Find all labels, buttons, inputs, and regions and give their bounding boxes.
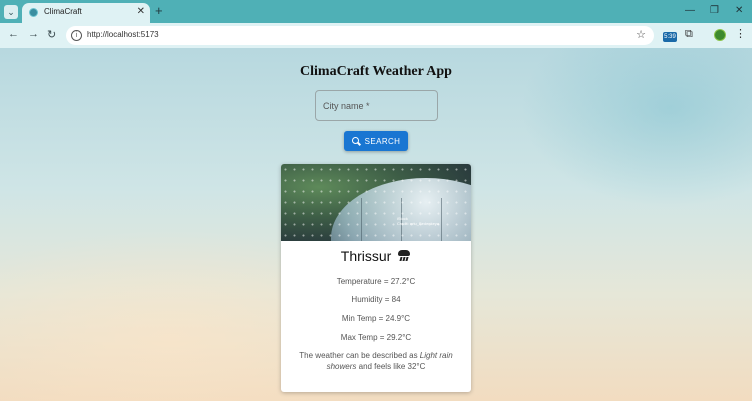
address-bar[interactable]: i http://localhost:5173 ☆ <box>66 26 654 45</box>
tab-search-icon[interactable]: ⌄ <box>4 5 18 19</box>
more-menu-icon[interactable]: ⋮ <box>735 27 746 40</box>
search-button[interactable]: SEARCH <box>344 131 408 151</box>
tab-close-icon[interactable]: ✕ <box>137 6 145 17</box>
weather-card: iStock Credit: nrtu_Bedenkeya Thrissur Te… <box>281 164 471 392</box>
temperature-text: Temperature = 27.2°C <box>336 277 416 286</box>
search-icon <box>351 137 360 145</box>
browser-tab[interactable]: ClimaCraft ✕ <box>22 3 150 23</box>
bookmark-star-icon[interactable]: ☆ <box>636 28 646 41</box>
new-tab-button[interactable]: + <box>155 3 163 19</box>
extension-badge[interactable]: 5:39 <box>663 32 677 42</box>
city-field[interactable] <box>315 90 438 121</box>
tab-strip: ⌄ ClimaCraft ✕ + — ❐ ✕ <box>0 0 752 23</box>
browser-toolbar: ← → ↻ i http://localhost:5173 ☆ 5:39 ⧉ ⋮ <box>0 23 752 48</box>
tab-favicon-icon <box>29 8 38 17</box>
reload-icon[interactable]: ↻ <box>47 28 56 41</box>
city-name-text: Thrissur <box>340 248 392 264</box>
city-name: Thrissur <box>281 248 471 264</box>
site-info-icon[interactable]: i <box>71 30 82 41</box>
rain-drops-graphic <box>281 164 471 241</box>
app-page: ClimaCraft Weather App SEARCH iStockCred… <box>0 48 752 401</box>
minimize-icon[interactable]: — <box>685 5 695 16</box>
search-button-label: SEARCH <box>364 136 401 146</box>
tab-title: ClimaCraft <box>44 7 82 16</box>
url-text: http://localhost:5173 <box>87 30 159 39</box>
city-input[interactable] <box>316 91 437 120</box>
max-temp-text: Max Temp = 29.2°C <box>340 333 412 342</box>
close-window-icon[interactable]: ✕ <box>735 5 743 16</box>
restore-icon[interactable]: ❐ <box>710 5 719 16</box>
extensions-icon[interactable]: ⧉ <box>685 28 693 41</box>
weather-description: The weather can be described as Light ra… <box>299 351 453 371</box>
profile-avatar[interactable] <box>714 29 726 41</box>
forward-icon[interactable]: → <box>28 28 39 40</box>
page-title: ClimaCraft Weather App <box>300 64 452 79</box>
back-icon[interactable]: ← <box>8 28 19 40</box>
weather-image: iStock Credit: nrtu_Bedenkeya <box>281 164 471 241</box>
humidity-text: Humidity = 84 <box>351 295 401 304</box>
image-credit: iStock Credit: nrtu_Bedenkeya <box>397 216 440 226</box>
rain-cloud-icon <box>398 249 411 262</box>
min-temp-text: Min Temp = 24.9°C <box>341 314 411 323</box>
